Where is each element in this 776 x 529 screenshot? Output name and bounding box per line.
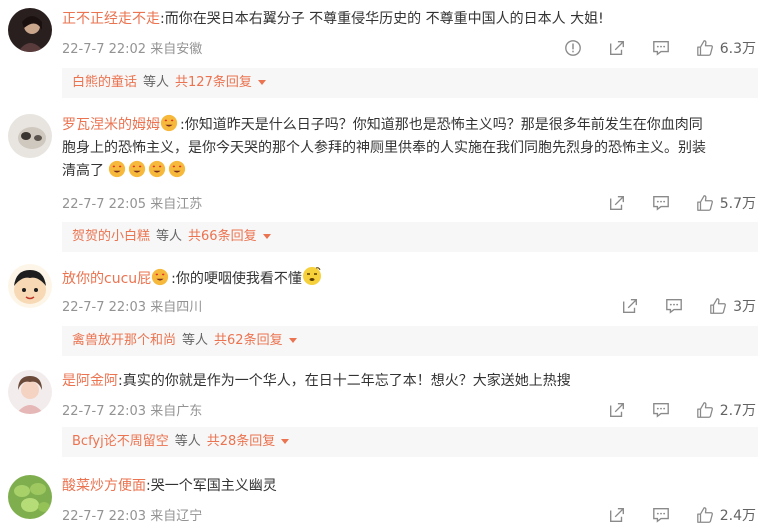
chevron-down-icon[interactable]: [288, 338, 297, 343]
reply-count-link[interactable]: 共28条回复: [207, 434, 276, 449]
avatar[interactable]: [8, 264, 52, 308]
comment-location: 来自安徽: [150, 42, 203, 57]
like-count: 3万: [733, 299, 756, 315]
like-icon: [696, 195, 713, 211]
comment-time: 22-7-7 22:03: [62, 300, 147, 315]
heart-eyes-emoji-icon: [160, 114, 178, 132]
comment-meta: 22-7-7 22:03 来自广东: [62, 400, 202, 419]
like-button[interactable]: 5.7万: [696, 193, 756, 213]
comment-icon[interactable]: [652, 194, 670, 212]
avatar[interactable]: [8, 114, 52, 158]
reply-summary: 贺贺的小白糕 等人 共66条回复: [62, 222, 758, 252]
share-icon[interactable]: [621, 297, 639, 315]
like-icon: [696, 402, 713, 418]
comment-location: 来自广东: [150, 404, 203, 419]
heart-eyes-emoji-icon: [129, 160, 146, 178]
comment-actions: 6.3万: [538, 38, 756, 58]
comment-content: :而你在哭日本右翼分子 不尊重侵华历史的 不尊重中国人的日本人 大姐!: [160, 11, 604, 27]
comment-username[interactable]: 放你的cucu屁: [62, 271, 151, 287]
reply-others: 等人: [182, 333, 209, 348]
comment-meta: 22-7-7 22:02 来自安徽: [62, 38, 202, 57]
avatar[interactable]: [8, 8, 52, 52]
reply-count-link[interactable]: 共62条回复: [214, 333, 283, 348]
comment-username[interactable]: 是阿金阿: [62, 373, 118, 389]
dizzy-face-emoji-icon: [302, 267, 321, 285]
report-icon[interactable]: [564, 39, 582, 57]
comment-location: 来自辽宁: [150, 509, 203, 524]
reply-username[interactable]: 贺贺的小白糕: [72, 229, 150, 244]
like-count: 2.7万: [719, 403, 756, 419]
like-button[interactable]: 2.7万: [696, 400, 756, 420]
reply-summary: Bcfyj论不周留空 等人 共28条回复: [62, 427, 758, 457]
comment-time: 22-7-7 22:05: [62, 197, 147, 212]
comment-username[interactable]: 酸菜炒方便面: [62, 478, 146, 494]
like-count: 5.7万: [719, 196, 756, 212]
like-button[interactable]: 2.4万: [696, 505, 756, 525]
comment-text: 放你的cucu屁 :你的哽咽使我看不懂: [62, 266, 762, 291]
comment-icon[interactable]: [652, 401, 670, 419]
reply-username[interactable]: Bcfyj论不周留空: [72, 434, 169, 449]
comment-text: 酸菜炒方便面:哭一个军国主义幽灵: [62, 475, 762, 498]
reply-username[interactable]: 白熊的童话: [72, 75, 137, 90]
comment-content: :你的哽咽使我看不懂: [171, 271, 302, 287]
comment-time: 22-7-7 22:02: [62, 42, 147, 57]
comment-text: 正不正经走不走:而你在哭日本右翼分子 不尊重侵华历史的 不尊重中国人的日本人 大…: [62, 8, 762, 31]
chevron-down-icon[interactable]: [257, 80, 266, 85]
like-icon: [696, 507, 713, 523]
share-icon[interactable]: [608, 506, 626, 524]
share-icon[interactable]: [608, 401, 626, 419]
comment-content-line: :你知道昨天是什么日子吗？你知道那也是恐怖主义吗？那是很多年前发生在你血肉同: [180, 117, 703, 133]
like-count: 2.4万: [719, 508, 756, 524]
comment-icon[interactable]: [652, 506, 670, 524]
comment-username[interactable]: 正不正经走不走: [62, 11, 160, 27]
share-icon[interactable]: [608, 39, 626, 57]
heart-eyes-emoji-icon: [109, 160, 126, 178]
like-button[interactable]: 3万: [709, 296, 756, 316]
avatar[interactable]: [8, 475, 52, 519]
comment-meta: 22-7-7 22:03 来自四川: [62, 296, 202, 315]
reply-summary: 白熊的童话 等人 共127条回复: [62, 68, 758, 98]
like-count: 6.3万: [719, 41, 756, 57]
reply-others: 等人: [174, 434, 201, 449]
comment-icon[interactable]: [652, 39, 670, 57]
comment-text: 罗瓦涅米的姆姆 :你知道昨天是什么日子吗？你知道那也是恐怖主义吗？那是很多年前发生…: [62, 114, 762, 183]
like-button[interactable]: 6.3万: [696, 38, 756, 58]
comment-time: 22-7-7 22:03: [62, 404, 147, 419]
reply-summary: 禽兽放开那个和尚 等人 共62条回复: [62, 326, 758, 356]
comment-location: 来自四川: [150, 300, 203, 315]
share-icon[interactable]: [608, 194, 626, 212]
heart-eyes-emoji-icon: [149, 160, 166, 178]
comment-actions: 5.7万: [582, 193, 756, 213]
reply-others: 等人: [156, 229, 183, 244]
chevron-down-icon[interactable]: [281, 439, 290, 444]
like-icon: [696, 40, 713, 56]
comment-username[interactable]: 罗瓦涅米的姆姆: [62, 117, 160, 133]
comment-meta: 22-7-7 22:03 来自辽宁: [62, 505, 202, 524]
comment-line: 清高了: [62, 160, 762, 183]
reply-others: 等人: [143, 75, 170, 90]
comment-content-line: 胞身上的恐怖主义，是你今天哭的那个人参拜的神厕里供奉的人实施在我们同胞先烈身的恐…: [62, 140, 706, 156]
reply-username[interactable]: 禽兽放开那个和尚: [72, 333, 176, 348]
comment-line: 罗瓦涅米的姆姆 :你知道昨天是什么日子吗？你知道那也是恐怖主义吗？那是很多年前发生…: [62, 114, 762, 137]
comment-content: :真实的你就是作为一个华人，在日十二年忘了本！想火？大家送她上热搜: [118, 373, 571, 389]
comment-actions: 3万: [595, 296, 756, 316]
comment-content: :哭一个军国主义幽灵: [146, 478, 277, 494]
avatar[interactable]: [8, 370, 52, 414]
reply-count-link[interactable]: 共66条回复: [188, 229, 257, 244]
comment-text: 是阿金阿:真实的你就是作为一个华人，在日十二年忘了本！想火？大家送她上热搜: [62, 370, 762, 393]
heart-eyes-emoji-icon: [169, 160, 186, 178]
like-icon: [710, 298, 727, 314]
comment-icon[interactable]: [665, 297, 683, 315]
comment-meta: 22-7-7 22:05 来自江苏: [62, 193, 202, 212]
heart-eyes-emoji-icon: [152, 268, 169, 286]
chevron-down-icon[interactable]: [262, 234, 271, 239]
comment-actions: 2.4万: [582, 505, 756, 525]
comment-time: 22-7-7 22:03: [62, 509, 147, 524]
comment-location: 来自江苏: [150, 197, 203, 212]
comment-actions: 2.7万: [582, 400, 756, 420]
comment-content-line: 清高了: [62, 163, 104, 179]
reply-count-link[interactable]: 共127条回复: [175, 75, 252, 90]
